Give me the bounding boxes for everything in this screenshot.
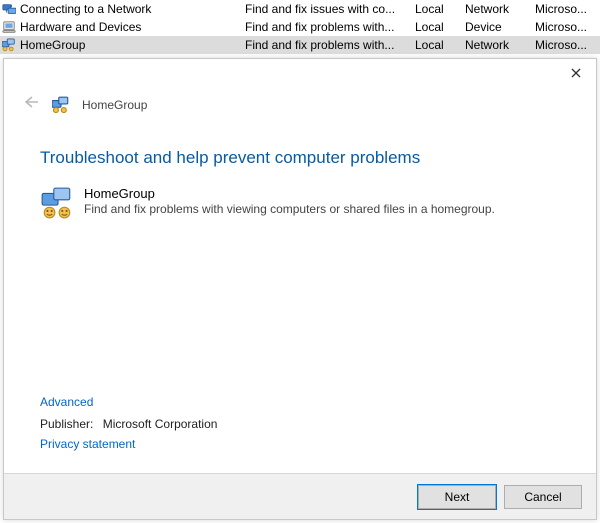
breadcrumb-title: HomeGroup [82, 98, 147, 112]
homegroup-icon [52, 96, 70, 114]
troubleshooter-item: HomeGroup Find and fix problems with vie… [40, 186, 560, 220]
page-heading: Troubleshoot and help prevent computer p… [40, 148, 560, 168]
cancel-button[interactable]: Cancel [504, 485, 582, 509]
breadcrumb: HomeGroup [4, 91, 596, 120]
troubleshooter-item-text: HomeGroup Find and fix problems with vie… [84, 186, 495, 216]
list-row-category: Device [465, 18, 535, 36]
list-row-category: Network [465, 0, 535, 18]
list-row-name: Connecting to a Network [18, 0, 245, 18]
back-arrow-icon[interactable] [22, 95, 40, 114]
publisher-label: Publisher: [40, 417, 93, 431]
list-row-icon [0, 2, 18, 16]
close-button[interactable] [556, 59, 596, 87]
list-row-scope: Local [415, 36, 465, 54]
troubleshooter-list: Connecting to a NetworkFind and fix issu… [0, 0, 600, 54]
dialog-body: Troubleshoot and help prevent computer p… [4, 120, 596, 473]
list-row[interactable]: Connecting to a NetworkFind and fix issu… [0, 0, 600, 18]
list-row-icon [0, 20, 18, 34]
list-row[interactable]: HomeGroupFind and fix problems with...Lo… [0, 36, 600, 54]
dialog-links: Advanced Publisher: Microsoft Corporatio… [40, 395, 217, 459]
list-row[interactable]: Hardware and DevicesFind and fix problem… [0, 18, 600, 36]
publisher-value: Microsoft Corporation [103, 417, 218, 431]
advanced-link[interactable]: Advanced [40, 395, 217, 409]
list-row-name: HomeGroup [18, 36, 245, 54]
troubleshooter-dialog: HomeGroup Troubleshoot and help prevent … [3, 58, 597, 520]
list-row-desc: Find and fix issues with co... [245, 0, 415, 18]
close-icon [571, 65, 581, 81]
list-row-publisher: Microso... [535, 18, 595, 36]
troubleshooter-item-title: HomeGroup [84, 186, 495, 201]
list-row-scope: Local [415, 18, 465, 36]
homegroup-large-icon [40, 186, 74, 220]
troubleshooter-item-desc: Find and fix problems with viewing compu… [84, 202, 495, 216]
next-button[interactable]: Next [418, 485, 496, 509]
list-row-publisher: Microso... [535, 36, 595, 54]
list-row-scope: Local [415, 0, 465, 18]
dialog-footer: Next Cancel [4, 473, 596, 519]
titlebar [4, 59, 596, 91]
list-row-icon [0, 38, 18, 52]
list-row-desc: Find and fix problems with... [245, 18, 415, 36]
list-row-name: Hardware and Devices [18, 18, 245, 36]
list-row-publisher: Microso... [535, 0, 595, 18]
publisher-line: Publisher: Microsoft Corporation [40, 417, 217, 431]
privacy-statement-link[interactable]: Privacy statement [40, 437, 217, 451]
list-row-category: Network [465, 36, 535, 54]
list-row-desc: Find and fix problems with... [245, 36, 415, 54]
